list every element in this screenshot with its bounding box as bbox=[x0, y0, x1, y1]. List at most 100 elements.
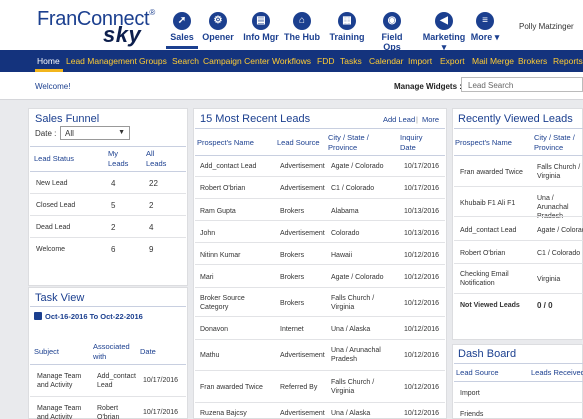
module-the-hub[interactable]: ⌂ The Hub bbox=[284, 12, 320, 42]
funnel-all[interactable]: 2 bbox=[149, 201, 153, 210]
funnel-my[interactable]: 2 bbox=[111, 223, 115, 232]
module-sales[interactable]: ➚ Sales bbox=[166, 12, 198, 49]
funnel-status[interactable]: Welcome bbox=[36, 245, 65, 254]
nav-brokers[interactable]: Brokers bbox=[518, 56, 547, 66]
nav-search[interactable]: Search bbox=[172, 56, 199, 66]
not-viewed-value[interactable]: 0 / 0 bbox=[537, 301, 553, 310]
divider bbox=[195, 370, 445, 371]
funnel-all[interactable]: 9 bbox=[149, 245, 153, 254]
nav-reports[interactable]: Reports bbox=[553, 56, 583, 66]
viewed-lead-name[interactable]: Add_contact Lead bbox=[460, 226, 534, 235]
viewed-lead-name[interactable]: Khubaib F1 Ali F1 bbox=[460, 199, 534, 208]
task-date-range: Oct-16-2016 To Oct-22-2016 bbox=[45, 312, 143, 321]
funnel-status[interactable]: New Lead bbox=[36, 179, 68, 188]
lead-city: Agate / Colorado bbox=[331, 163, 384, 170]
lead-name[interactable]: Broker Source Category bbox=[200, 294, 256, 312]
lead-name[interactable]: John bbox=[200, 229, 274, 238]
funnel-all[interactable]: 22 bbox=[149, 179, 158, 188]
module-training[interactable]: ▦ Training bbox=[328, 12, 366, 42]
divider bbox=[454, 263, 583, 264]
divider bbox=[454, 293, 583, 294]
recently-viewed-title: Recently Viewed Leads bbox=[458, 113, 573, 125]
lead-search-input[interactable]: Lead Search bbox=[461, 77, 583, 92]
id-card-icon: ▤ bbox=[252, 12, 270, 30]
dashboard-source[interactable]: Friends bbox=[460, 410, 483, 419]
funnel-status[interactable]: Closed Lead bbox=[36, 201, 75, 210]
funnel-all[interactable]: 4 bbox=[149, 223, 153, 232]
nav-import[interactable]: Import bbox=[408, 56, 432, 66]
nav-calendar[interactable]: Calendar bbox=[369, 56, 404, 66]
more-link[interactable]: More bbox=[422, 115, 439, 124]
divider bbox=[30, 215, 186, 216]
dashboard-source[interactable]: Import bbox=[460, 389, 480, 398]
module-field-ops[interactable]: ◉ Field Ops bbox=[372, 12, 412, 52]
viewed-lead-name[interactable]: Checking Email Notification bbox=[460, 270, 520, 288]
caret-down-icon: ▼ bbox=[118, 129, 125, 136]
nav-lead-management[interactable]: Lead Management bbox=[66, 56, 137, 66]
funnel-my[interactable]: 6 bbox=[111, 245, 115, 254]
nav-mail-merge[interactable]: Mail Merge bbox=[472, 56, 514, 66]
lead-source: Brokers bbox=[280, 274, 305, 281]
lead-name[interactable]: Donavon bbox=[200, 325, 274, 334]
col-city-state: City / State / Province bbox=[534, 133, 575, 152]
divider bbox=[454, 363, 583, 364]
lead-name[interactable]: Mathu bbox=[200, 351, 274, 360]
recent-leads-title: 15 Most Recent Leads bbox=[200, 113, 311, 125]
nav-fdd[interactable]: FDD bbox=[317, 56, 334, 66]
calendar-icon[interactable] bbox=[34, 312, 42, 320]
funnel-status[interactable]: Dead Lead bbox=[36, 223, 70, 232]
task-with[interactable]: Add_contact Lead bbox=[97, 372, 141, 390]
module-marketing[interactable]: ◀ Marketing ▾ bbox=[420, 12, 468, 53]
divider bbox=[195, 128, 445, 129]
lead-name[interactable]: Ruzena Bajcsy bbox=[200, 409, 274, 418]
lead-name[interactable]: Nitinn Kumar bbox=[200, 251, 274, 260]
funnel-my[interactable]: 5 bbox=[111, 201, 115, 210]
divider bbox=[30, 364, 186, 365]
divider bbox=[454, 381, 583, 382]
nav-workflows[interactable]: Workflows bbox=[272, 56, 311, 66]
divider bbox=[195, 264, 445, 265]
module-more[interactable]: ≡ More ▾ bbox=[470, 12, 500, 43]
nav-campaign-center[interactable]: Campaign Center bbox=[203, 56, 270, 66]
welcome-bar: Welcome! Manage Widgets : Lead Search bbox=[0, 72, 583, 100]
date-select-value: All bbox=[65, 129, 74, 138]
viewed-lead-name[interactable]: Robert O'brian bbox=[460, 249, 534, 258]
viewed-lead-name[interactable]: Fran awarded Twice bbox=[460, 168, 534, 177]
dashboard-title: Dash Board bbox=[458, 348, 517, 360]
lead-source: Brokers bbox=[280, 300, 305, 307]
user-name[interactable]: Polly Matzinger bbox=[519, 22, 574, 31]
col-prospect-name: Prospect's Name bbox=[197, 138, 254, 147]
date-select[interactable]: All ▼ bbox=[60, 126, 130, 140]
nav-groups[interactable]: Groups bbox=[139, 56, 167, 66]
task-date: 10/17/2016 bbox=[143, 409, 179, 416]
nav-home[interactable]: Home bbox=[37, 56, 60, 66]
funnel-my[interactable]: 4 bbox=[111, 179, 115, 188]
task-with[interactable]: Robert O'brian bbox=[97, 404, 141, 419]
divider bbox=[454, 186, 583, 187]
lead-name[interactable]: Add_contact Lead bbox=[200, 162, 274, 171]
lead-date: 10/12/2016 bbox=[404, 274, 440, 281]
col-subject: Subject bbox=[34, 347, 60, 356]
lead-name[interactable]: Ram Gupta bbox=[200, 207, 274, 216]
col-associated: Associated with bbox=[93, 342, 130, 361]
lead-name[interactable]: Robert O'brian bbox=[200, 184, 274, 193]
manage-widgets-button[interactable]: Manage Widgets : bbox=[394, 82, 462, 91]
lead-date: 10/13/2016 bbox=[404, 230, 440, 237]
lead-city: Falls Church / Virginia bbox=[331, 379, 375, 395]
sales-funnel-title: Sales Funnel bbox=[35, 113, 100, 125]
col-date: Date bbox=[140, 347, 156, 356]
divider bbox=[454, 216, 583, 217]
add-lead-link[interactable]: Add Lead bbox=[383, 115, 415, 124]
module-info-mgr[interactable]: ▤ Info Mgr bbox=[242, 12, 280, 42]
task-subject[interactable]: Manage Team and Activity bbox=[37, 404, 93, 419]
col-lead-status: Lead Status bbox=[34, 154, 75, 163]
nav-export[interactable]: Export bbox=[440, 56, 465, 66]
nav-tasks[interactable]: Tasks bbox=[340, 56, 362, 66]
not-viewed-label: Not Viewed Leads bbox=[460, 302, 520, 309]
lead-name[interactable]: Mari bbox=[200, 273, 274, 282]
module-opener[interactable]: ⚙ Opener bbox=[200, 12, 236, 42]
lead-name[interactable]: Fran awarded Twice bbox=[200, 383, 274, 392]
lead-city: C1 / Colorado bbox=[331, 185, 375, 192]
task-subject[interactable]: Manage Team and Activity bbox=[37, 372, 93, 390]
lead-source: Advertisement bbox=[280, 230, 325, 237]
